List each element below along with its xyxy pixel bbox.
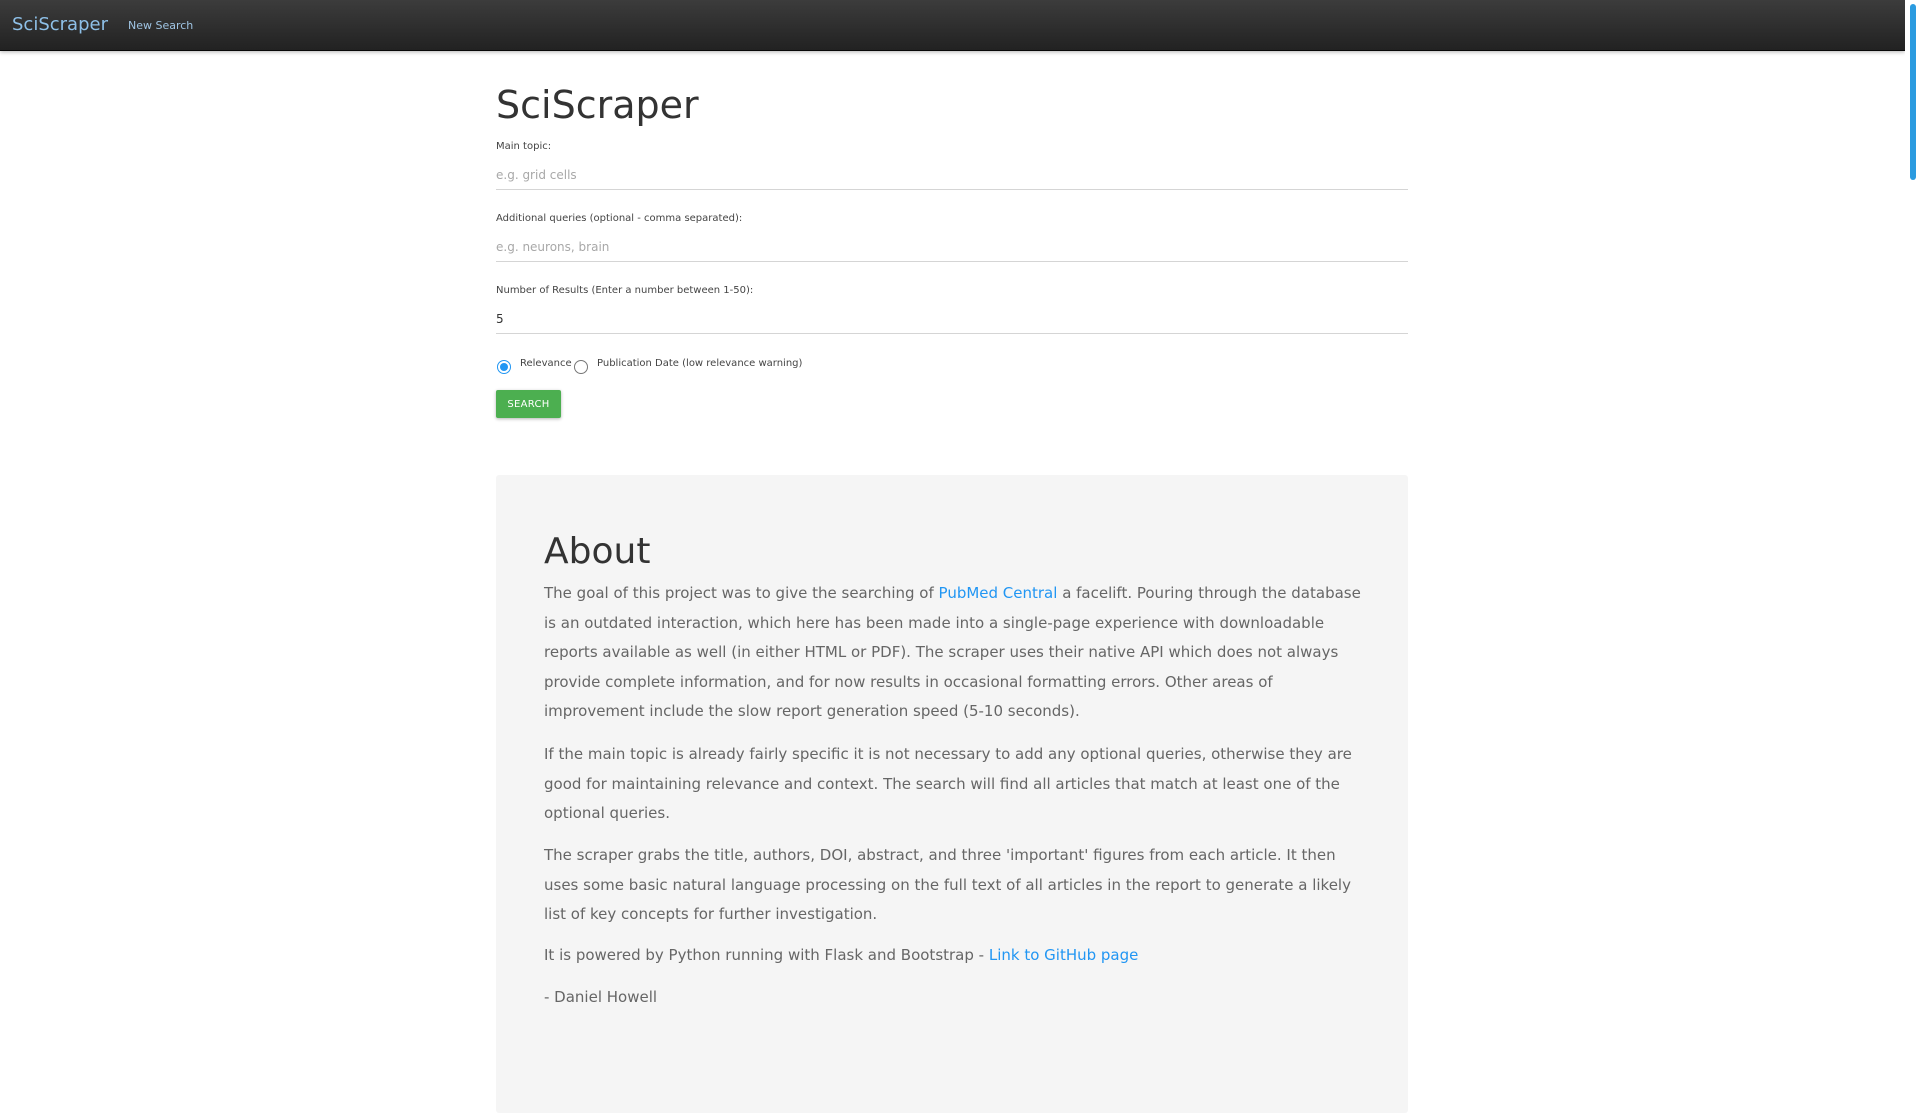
new-search-link[interactable]: New Search [128, 19, 193, 32]
about-title: About [544, 531, 651, 572]
search-button[interactable]: SEARCH [496, 390, 561, 418]
top-navbar: SciScraper New Search [0, 0, 1905, 51]
page-scrollbar[interactable] [1905, 0, 1920, 1080]
about-p1-text-end: a facelift. Pouring through the database… [544, 584, 1361, 720]
page-title: SciScraper [496, 83, 699, 127]
relevance-radio-label: Relevance [520, 358, 572, 369]
num-results-label: Number of Results (Enter a number betwee… [496, 285, 754, 296]
about-paragraph-1: The goal of this project was to give the… [544, 579, 1364, 727]
main-topic-input[interactable] [496, 160, 1408, 190]
additional-queries-input[interactable] [496, 232, 1408, 262]
publication-date-radio[interactable] [574, 360, 588, 374]
main-topic-label: Main topic: [496, 141, 552, 152]
about-paragraph-3: The scraper grabs the title, authors, DO… [544, 846, 1351, 923]
relevance-radio[interactable] [497, 360, 511, 374]
publication-date-radio-label: Publication Date (low relevance warning) [597, 358, 803, 369]
additional-queries-label: Additional queries (optional - comma sep… [496, 213, 743, 224]
about-paragraph-2: If the main topic is already fairly spec… [544, 745, 1352, 822]
num-results-input[interactable] [496, 304, 1408, 334]
about-p1-text-start: The goal of this project was to give the… [544, 584, 939, 602]
about-panel: About The goal of this project was to gi… [496, 475, 1408, 1113]
brand-link[interactable]: SciScraper [12, 14, 108, 35]
about-paragraph-4: It is powered by Python running with Fla… [544, 941, 1364, 971]
about-p4-text: It is powered by Python running with Fla… [544, 946, 989, 964]
scrollbar-thumb[interactable] [1910, 4, 1916, 180]
pubmed-central-link[interactable]: PubMed Central [939, 584, 1058, 602]
author-signature: - Daniel Howell [544, 988, 658, 1006]
github-link[interactable]: Link to GitHub page [989, 946, 1139, 964]
